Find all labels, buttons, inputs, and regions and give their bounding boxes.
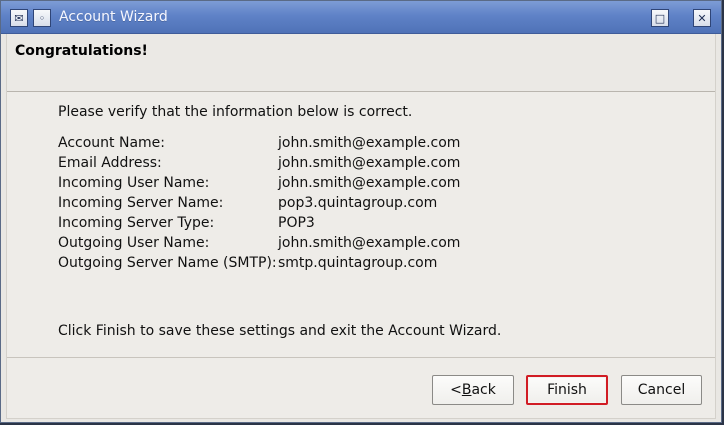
summary-row-incoming-user-name: Incoming User Name: john.smith@example.c… [58,173,618,193]
summary-value: john.smith@example.com [278,175,461,191]
summary-label: Account Name: [58,135,165,151]
account-wizard-window: ✉ ◦ Account Wizard □ ✕ Congratulations! … [0,0,722,423]
window-menu-icon[interactable]: ◦ [33,9,51,27]
page-title: Congratulations! [15,43,148,59]
summary-row-email-address: Email Address: john.smith@example.com [58,153,618,173]
summary-row-account-name: Account Name: john.smith@example.com [58,133,618,153]
cancel-button[interactable]: Cancel [621,375,702,405]
summary-row-incoming-server-name: Incoming Server Name: pop3.quintagroup.c… [58,193,618,213]
app-icon: ✉ [10,9,28,27]
summary-value: john.smith@example.com [278,155,461,171]
back-button-prefix: < [450,382,462,398]
summary-label: Email Address: [58,155,162,171]
wizard-header: Congratulations! [7,34,715,92]
footer-separator [7,357,715,358]
wizard-content: Congratulations! Please verify that the … [6,34,716,419]
back-button[interactable]: < Back [432,375,514,405]
finish-instructions: Click Finish to save these settings and … [58,323,502,339]
summary-value: john.smith@example.com [278,235,461,251]
summary-value: POP3 [278,215,315,231]
window-title: Account Wizard [59,9,168,25]
account-summary: Account Name: john.smith@example.com Ema… [58,133,618,273]
finish-button[interactable]: Finish [526,375,608,405]
summary-row-outgoing-user-name: Outgoing User Name: john.smith@example.c… [58,233,618,253]
summary-value: pop3.quintagroup.com [278,195,438,211]
summary-label: Outgoing Server Name (SMTP): [58,255,277,271]
back-button-label: ack [471,382,496,398]
summary-label: Incoming User Name: [58,175,210,191]
summary-row-outgoing-server-name: Outgoing Server Name (SMTP): smtp.quinta… [58,253,618,273]
summary-label: Incoming Server Type: [58,215,215,231]
summary-label: Incoming Server Name: [58,195,224,211]
summary-value: smtp.quintagroup.com [278,255,438,271]
close-icon[interactable]: ✕ [693,9,711,27]
summary-value: john.smith@example.com [278,135,461,151]
summary-label: Outgoing User Name: [58,235,210,251]
title-bar[interactable]: ✉ ◦ Account Wizard □ ✕ [1,1,721,34]
back-button-mnemonic: B [461,382,472,398]
intro-text: Please verify that the information below… [58,104,413,120]
summary-row-incoming-server-type: Incoming Server Type: POP3 [58,213,618,233]
maximize-icon[interactable]: □ [651,9,669,27]
